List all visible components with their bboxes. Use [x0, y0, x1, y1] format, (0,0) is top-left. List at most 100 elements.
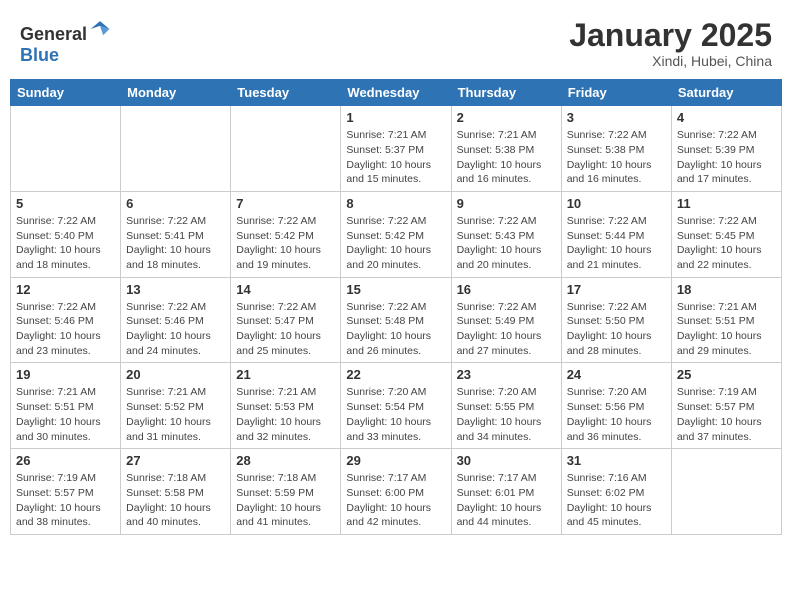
day-info: Sunrise: 7:20 AM Sunset: 5:55 PM Dayligh…	[457, 385, 556, 444]
header-sunday: Sunday	[11, 80, 121, 106]
calendar-cell: 9Sunrise: 7:22 AM Sunset: 5:43 PM Daylig…	[451, 191, 561, 277]
calendar-cell	[231, 106, 341, 192]
day-info: Sunrise: 7:16 AM Sunset: 6:02 PM Dayligh…	[567, 471, 666, 530]
logo-general: General	[20, 24, 87, 44]
day-number: 22	[346, 367, 445, 382]
calendar-cell: 12Sunrise: 7:22 AM Sunset: 5:46 PM Dayli…	[11, 277, 121, 363]
day-info: Sunrise: 7:19 AM Sunset: 5:57 PM Dayligh…	[16, 471, 115, 530]
day-info: Sunrise: 7:20 AM Sunset: 5:54 PM Dayligh…	[346, 385, 445, 444]
calendar-cell: 7 Sunrise: 7:22 AM Sunset: 5:42 PM Daylig…	[231, 191, 341, 277]
day-number: 30	[457, 453, 556, 468]
calendar-cell: 13 Sunrise: 7:22 AM Sunset: 5:46 PM Dayli…	[121, 277, 231, 363]
calendar-cell: 24Sunrise: 7:20 AM Sunset: 5:56 PM Dayli…	[561, 363, 671, 449]
day-number: 19	[16, 367, 115, 382]
day-info: Sunrise: 7:22 AM Sunset: 5:45 PM Dayligh…	[677, 214, 776, 273]
calendar-cell: 19 Sunrise: 7:21 AM Sunset: 5:51 PM Dayli…	[11, 363, 121, 449]
day-number: 18	[677, 282, 776, 297]
calendar-cell: 4Sunrise: 7:22 AM Sunset: 5:39 PM Daylig…	[671, 106, 781, 192]
day-number: 16	[457, 282, 556, 297]
calendar-cell: 31Sunrise: 7:16 AM Sunset: 6:02 PM Dayli…	[561, 449, 671, 535]
day-info: Sunrise: 7:22 AM Sunset: 5:38 PM Dayligh…	[567, 128, 666, 187]
day-number: 14	[236, 282, 335, 297]
calendar-cell: 27 Sunrise: 7:18 AM Sunset: 5:58 PM Dayli…	[121, 449, 231, 535]
week-row-3: 12 Sunrise: 7:22 AM Sunset: 5:46 PM Dayli…	[11, 277, 782, 363]
calendar-cell: 28 Sunrise: 7:18 AM Sunset: 5:59 PM Dayli…	[231, 449, 341, 535]
week-row-5: 26 Sunrise: 7:19 AM Sunset: 5:57 PM Dayli…	[11, 449, 782, 535]
day-number: 12	[16, 282, 115, 297]
day-info: Sunrise: 7:21 AM Sunset: 5:38 PM Dayligh…	[457, 128, 556, 187]
calendar-cell	[121, 106, 231, 192]
logo-bird-icon	[89, 18, 111, 40]
header-saturday: Saturday	[671, 80, 781, 106]
day-info: Sunrise: 7:17 AM Sunset: 6:01 PM Dayligh…	[457, 471, 556, 530]
page-header: General Blue January 2025 Xindi, Hubei, …	[10, 10, 782, 73]
day-info: Sunrise: 7:22 AM Sunset: 5:50 PM Dayligh…	[567, 300, 666, 359]
day-number: 27	[126, 453, 225, 468]
day-info: Sunrise: 7:22 AM Sunset: 5:49 PM Dayligh…	[457, 300, 556, 359]
day-number: 8	[346, 196, 445, 211]
calendar-cell: 11 Sunrise: 7:22 AM Sunset: 5:45 PM Dayli…	[671, 191, 781, 277]
header-monday: Monday	[121, 80, 231, 106]
day-info: Sunrise: 7:22 AM Sunset: 5:41 PM Dayligh…	[126, 214, 225, 273]
location-subtitle: Xindi, Hubei, China	[569, 53, 772, 69]
calendar-cell: 21Sunrise: 7:21 AM Sunset: 5:53 PM Dayli…	[231, 363, 341, 449]
day-number: 10	[567, 196, 666, 211]
calendar-header-row: Sunday Monday Tuesday Wednesday Thursday…	[11, 80, 782, 106]
day-info: Sunrise: 7:21 AM Sunset: 5:52 PM Dayligh…	[126, 385, 225, 444]
day-number: 25	[677, 367, 776, 382]
calendar-cell	[671, 449, 781, 535]
day-info: Sunrise: 7:22 AM Sunset: 5:43 PM Dayligh…	[457, 214, 556, 273]
header-tuesday: Tuesday	[231, 80, 341, 106]
day-info: Sunrise: 7:20 AM Sunset: 5:56 PM Dayligh…	[567, 385, 666, 444]
calendar-cell: 6 Sunrise: 7:22 AM Sunset: 5:41 PM Daylig…	[121, 191, 231, 277]
calendar-cell: 20Sunrise: 7:21 AM Sunset: 5:52 PM Dayli…	[121, 363, 231, 449]
calendar-cell: 8 Sunrise: 7:22 AM Sunset: 5:42 PM Daylig…	[341, 191, 451, 277]
day-number: 21	[236, 367, 335, 382]
calendar-cell	[11, 106, 121, 192]
day-info: Sunrise: 7:21 AM Sunset: 5:37 PM Dayligh…	[346, 128, 445, 187]
logo: General Blue	[20, 18, 111, 66]
calendar-cell: 2 Sunrise: 7:21 AM Sunset: 5:38 PM Daylig…	[451, 106, 561, 192]
day-number: 29	[346, 453, 445, 468]
day-number: 6	[126, 196, 225, 211]
day-number: 7	[236, 196, 335, 211]
calendar-cell: 22 Sunrise: 7:20 AM Sunset: 5:54 PM Dayli…	[341, 363, 451, 449]
calendar-cell: 18 Sunrise: 7:21 AM Sunset: 5:51 PM Dayli…	[671, 277, 781, 363]
calendar-cell: 10 Sunrise: 7:22 AM Sunset: 5:44 PM Dayli…	[561, 191, 671, 277]
calendar-cell: 5Sunrise: 7:22 AM Sunset: 5:40 PM Daylig…	[11, 191, 121, 277]
day-number: 1	[346, 110, 445, 125]
calendar-cell: 16 Sunrise: 7:22 AM Sunset: 5:49 PM Dayli…	[451, 277, 561, 363]
logo-text: General Blue	[20, 18, 111, 66]
day-info: Sunrise: 7:22 AM Sunset: 5:40 PM Dayligh…	[16, 214, 115, 273]
day-info: Sunrise: 7:22 AM Sunset: 5:42 PM Dayligh…	[236, 214, 335, 273]
day-info: Sunrise: 7:22 AM Sunset: 5:48 PM Dayligh…	[346, 300, 445, 359]
day-info: Sunrise: 7:21 AM Sunset: 5:51 PM Dayligh…	[16, 385, 115, 444]
day-info: Sunrise: 7:22 AM Sunset: 5:44 PM Dayligh…	[567, 214, 666, 273]
day-info: Sunrise: 7:19 AM Sunset: 5:57 PM Dayligh…	[677, 385, 776, 444]
day-number: 11	[677, 196, 776, 211]
day-info: Sunrise: 7:18 AM Sunset: 5:58 PM Dayligh…	[126, 471, 225, 530]
calendar-cell: 30 Sunrise: 7:17 AM Sunset: 6:01 PM Dayli…	[451, 449, 561, 535]
day-info: Sunrise: 7:22 AM Sunset: 5:47 PM Dayligh…	[236, 300, 335, 359]
day-number: 17	[567, 282, 666, 297]
day-number: 3	[567, 110, 666, 125]
day-number: 23	[457, 367, 556, 382]
header-friday: Friday	[561, 80, 671, 106]
day-number: 26	[16, 453, 115, 468]
day-info: Sunrise: 7:21 AM Sunset: 5:51 PM Dayligh…	[677, 300, 776, 359]
day-info: Sunrise: 7:18 AM Sunset: 5:59 PM Dayligh…	[236, 471, 335, 530]
day-number: 13	[126, 282, 225, 297]
calendar-cell: 29Sunrise: 7:17 AM Sunset: 6:00 PM Dayli…	[341, 449, 451, 535]
day-info: Sunrise: 7:22 AM Sunset: 5:42 PM Dayligh…	[346, 214, 445, 273]
day-number: 15	[346, 282, 445, 297]
week-row-4: 19 Sunrise: 7:21 AM Sunset: 5:51 PM Dayli…	[11, 363, 782, 449]
calendar-cell: 14 Sunrise: 7:22 AM Sunset: 5:47 PM Dayli…	[231, 277, 341, 363]
day-number: 28	[236, 453, 335, 468]
day-info: Sunrise: 7:22 AM Sunset: 5:46 PM Dayligh…	[126, 300, 225, 359]
calendar-cell: 26 Sunrise: 7:19 AM Sunset: 5:57 PM Dayli…	[11, 449, 121, 535]
day-info: Sunrise: 7:22 AM Sunset: 5:39 PM Dayligh…	[677, 128, 776, 187]
calendar-cell: 15 Sunrise: 7:22 AM Sunset: 5:48 PM Dayli…	[341, 277, 451, 363]
header-thursday: Thursday	[451, 80, 561, 106]
day-number: 2	[457, 110, 556, 125]
week-row-2: 5Sunrise: 7:22 AM Sunset: 5:40 PM Daylig…	[11, 191, 782, 277]
